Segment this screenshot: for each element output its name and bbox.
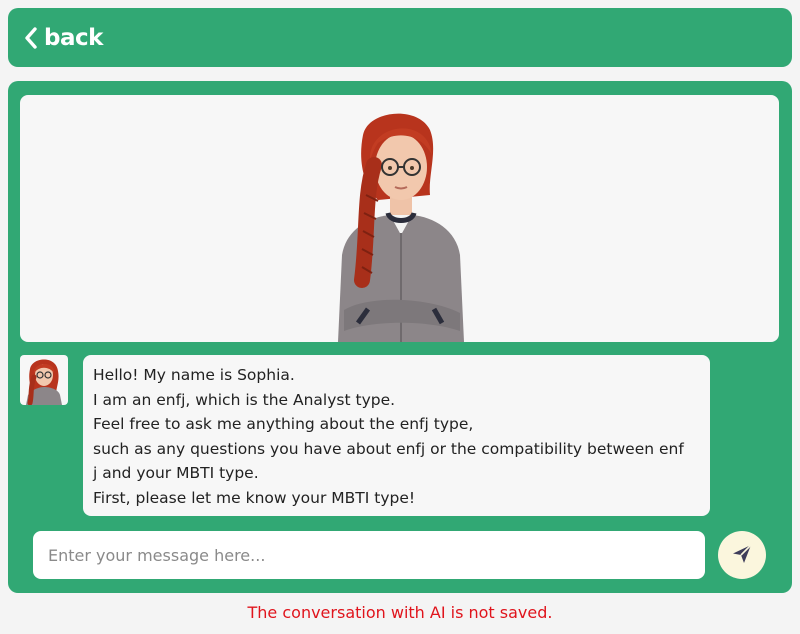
character-portrait-card [20,95,779,342]
back-button[interactable]: back [24,25,103,51]
message-input-wrapper [33,531,705,579]
chevron-left-icon [24,26,38,50]
not-saved-notice: The conversation with AI is not saved. [247,603,553,622]
message-line: such as any questions you have about enf… [93,439,684,458]
avatar-image [26,359,62,405]
message-line: Feel free to ask me anything about the e… [93,415,474,433]
ai-message-bubble: Hello! My name is Sophia. I am an enfj, … [83,355,710,516]
back-label: back [44,24,103,51]
paper-plane-icon [730,542,754,569]
chat-panel: Hello! My name is Sophia. I am an enfj, … [8,81,792,593]
sophia-portrait [338,113,464,342]
message-line: I am an enfj, which is the Analyst type. [93,390,396,409]
message-line: j and your MBTI type. [93,464,259,482]
top-bar: back [8,8,792,67]
message-input[interactable] [33,531,705,579]
message-line: First, please let me know your MBTI type… [93,488,416,507]
message-line: Hello! My name is Sophia. [93,366,295,384]
send-button[interactable] [718,531,766,579]
sophia-avatar [20,355,68,405]
